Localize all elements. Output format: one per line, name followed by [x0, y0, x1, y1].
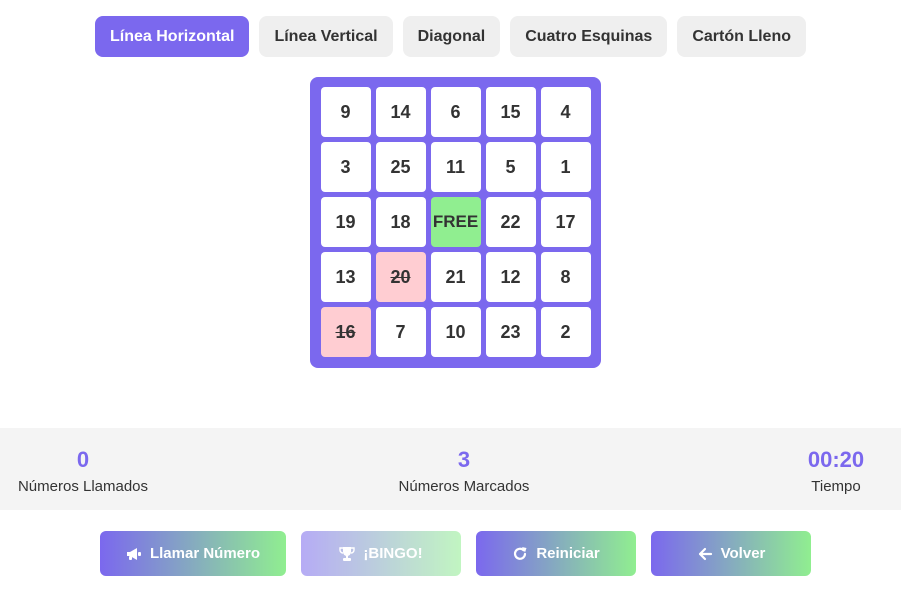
bingo-cell[interactable]: 2 — [540, 307, 591, 357]
bingo-cell[interactable]: 6 — [430, 87, 481, 137]
reset-label: Reiniciar — [536, 545, 600, 562]
reset-button[interactable]: Reiniciar — [476, 531, 636, 576]
stat-label: Tiempo — [811, 478, 861, 495]
stat-called-numbers: 0 Números Llamados — [15, 446, 151, 498]
bingo-cell[interactable]: 23 — [485, 307, 536, 357]
mode-horizontal-line-button[interactable]: Línea Horizontal — [95, 16, 250, 57]
stat-label: Números Llamados — [17, 478, 149, 495]
stat-label: Números Marcados — [398, 478, 530, 495]
stat-value: 00:20 — [807, 447, 865, 472]
mode-four-corners-button[interactable]: Cuatro Esquinas — [510, 16, 668, 57]
bingo-cell[interactable]: 13 — [320, 252, 371, 302]
bingo-card: 9 14 6 15 4 3 25 11 5 1 19 18 FREE 22 17… — [310, 77, 601, 368]
bingo-cell[interactable]: 21 — [430, 252, 481, 302]
megaphone-icon — [126, 546, 142, 562]
bingo-cell[interactable]: 5 — [485, 142, 536, 192]
call-number-label: Llamar Número — [149, 545, 261, 562]
call-number-button[interactable]: Llamar Número — [100, 531, 286, 576]
arrow-left-icon — [697, 546, 713, 562]
bingo-cell[interactable]: 1 — [540, 142, 591, 192]
bingo-button[interactable]: ¡BINGO! — [301, 531, 461, 576]
bingo-label: ¡BINGO! — [363, 545, 423, 562]
back-label: Volver — [720, 545, 766, 562]
mode-full-card-button[interactable]: Cartón Lleno — [677, 16, 806, 57]
redo-icon — [512, 546, 528, 562]
back-button[interactable]: Volver — [651, 531, 811, 576]
bingo-cell[interactable]: 14 — [375, 87, 426, 137]
stat-marked-numbers: 3 Números Marcados — [395, 446, 533, 498]
bingo-cell[interactable]: 3 — [320, 142, 371, 192]
stat-value: 0 — [76, 447, 90, 472]
stat-time: 00:20 Tiempo — [800, 446, 872, 498]
bingo-cell[interactable]: 8 — [540, 252, 591, 302]
bingo-cell[interactable]: 15 — [485, 87, 536, 137]
bingo-cell[interactable]: 19 — [320, 197, 371, 247]
bingo-cell-marked[interactable]: 20 — [375, 252, 426, 302]
stat-value: 3 — [457, 447, 471, 472]
bingo-cell[interactable]: 22 — [485, 197, 536, 247]
bingo-cell[interactable]: 10 — [430, 307, 481, 357]
bingo-cell[interactable]: 11 — [430, 142, 481, 192]
mode-diagonal-button[interactable]: Diagonal — [402, 16, 501, 57]
bingo-cell[interactable]: 18 — [375, 197, 426, 247]
bingo-cell[interactable]: 4 — [540, 87, 591, 137]
trophy-icon — [339, 546, 356, 562]
game-mode-selector: Línea Horizontal Línea Vertical Diagonal… — [0, 16, 901, 57]
bingo-cell[interactable]: 7 — [375, 307, 426, 357]
action-bar: Llamar Número ¡BINGO! Reiniciar Volver — [0, 531, 901, 576]
mode-vertical-line-button[interactable]: Línea Vertical — [259, 16, 393, 57]
bingo-cell[interactable]: 25 — [375, 142, 426, 192]
stats-bar: 0 Números Llamados 3 Números Marcados 00… — [0, 428, 901, 510]
free-space-cell: FREE — [430, 197, 481, 247]
bingo-cell-marked[interactable]: 16 — [320, 307, 371, 357]
bingo-cell[interactable]: 9 — [320, 87, 371, 137]
bingo-cell[interactable]: 12 — [485, 252, 536, 302]
bingo-cell[interactable]: 17 — [540, 197, 591, 247]
